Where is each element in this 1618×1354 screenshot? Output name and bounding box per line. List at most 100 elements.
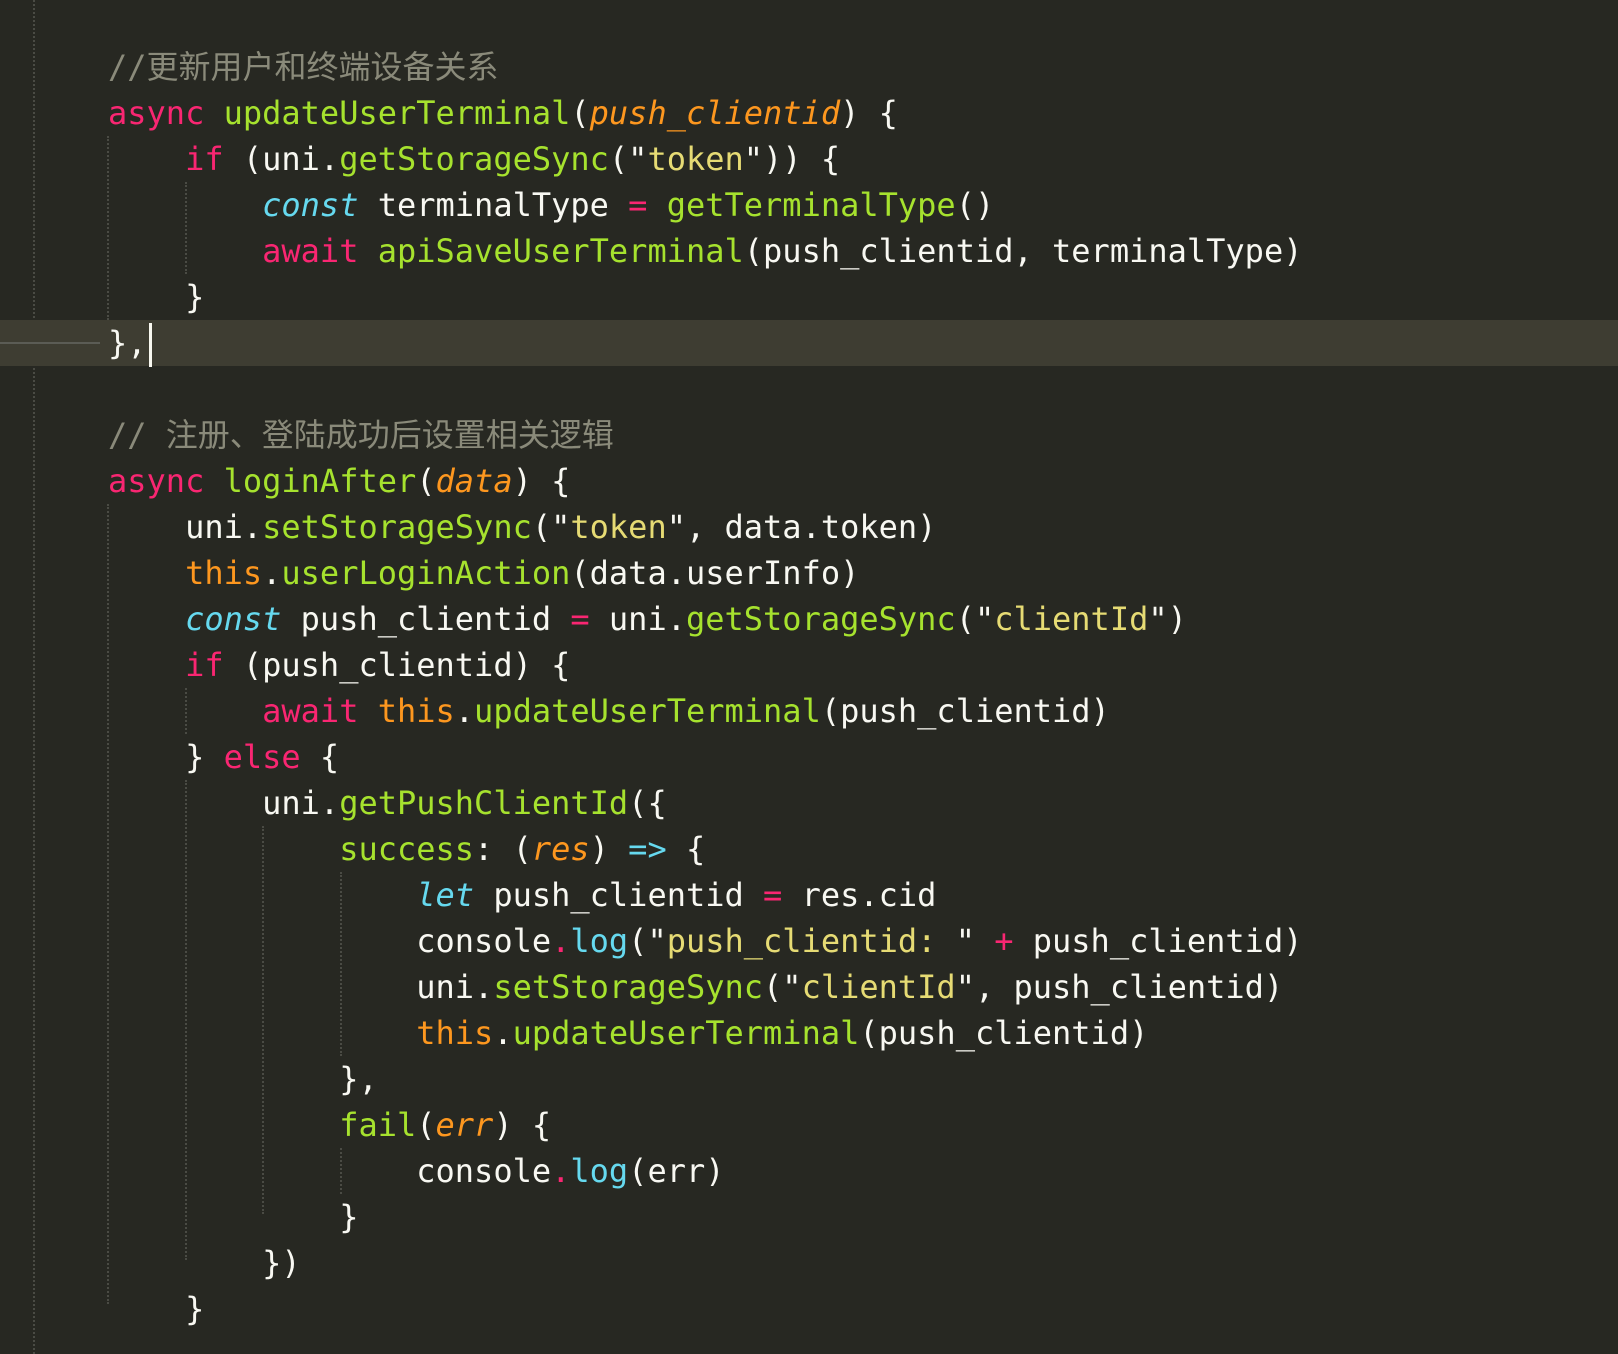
code-line[interactable]: const terminalType = getTerminalType() — [108, 182, 1302, 228]
code-token: this — [377, 692, 455, 730]
code-line[interactable]: } else { — [108, 734, 1302, 780]
code-line[interactable]: uni.setStorageSync("clientId", push_clie… — [108, 964, 1302, 1010]
code-token: . — [493, 1014, 513, 1052]
code-token: ( — [416, 462, 436, 500]
code-token: const — [262, 186, 359, 224]
code-line[interactable]: //更新用户和终端设备关系 — [108, 44, 1302, 90]
code-token: userLoginAction — [281, 554, 571, 592]
gutter-divider — [33, 0, 35, 1354]
code-token: ( — [416, 1106, 436, 1144]
code-line[interactable]: }, — [108, 1056, 1302, 1102]
code-token: ")) { — [743, 140, 841, 178]
code-line[interactable]: fail(err) { — [108, 1102, 1302, 1148]
code-line[interactable]: if (push_clientid) { — [108, 642, 1302, 688]
code-token: ", push_clientid) — [955, 968, 1284, 1006]
code-token: fail — [339, 1106, 417, 1144]
code-token: { — [300, 738, 340, 776]
code-line[interactable]: console.log(err) — [108, 1148, 1302, 1194]
text-cursor — [148, 323, 152, 367]
code-token: console — [108, 1152, 552, 1190]
code-line[interactable]: await apiSaveUserTerminal(push_clientid,… — [108, 228, 1302, 274]
code-token: . — [551, 1152, 571, 1190]
code-line[interactable]: // 注册、登陆成功后设置相关逻辑 — [108, 412, 1302, 458]
code-token: this — [185, 554, 263, 592]
code-token: const — [185, 600, 282, 638]
code-token: uni. — [589, 600, 686, 638]
code-line[interactable]: const push_clientid = uni.getStorageSync… — [108, 596, 1302, 642]
code-line[interactable]: console.log("push_clientid: " + push_cli… — [108, 918, 1302, 964]
code-line[interactable]: } — [108, 274, 1302, 320]
code-line[interactable]: success: (res) => { — [108, 826, 1302, 872]
code-line[interactable]: } — [108, 1194, 1302, 1240]
code-token: push_clientid: — [666, 922, 956, 960]
code-token: async — [108, 94, 205, 132]
code-token: = — [570, 600, 590, 638]
code-token: success — [339, 830, 475, 868]
code-line[interactable]: uni.setStorageSync("token", data.token) — [108, 504, 1302, 550]
code-token: err — [435, 1106, 494, 1144]
current-line-marker — [0, 342, 100, 344]
code-line[interactable]: await this.updateUserTerminal(push_clien… — [108, 688, 1302, 734]
code-token: (" — [531, 508, 571, 546]
code-token: //更新用户和终端设备关系 — [108, 48, 499, 86]
code-line[interactable]: async updateUserTerminal(push_clientid) … — [108, 90, 1302, 136]
code-line[interactable]: }) — [108, 1240, 1302, 1286]
code-token: } — [108, 738, 224, 776]
code-token: setStorageSync — [493, 968, 764, 1006]
code-line[interactable]: uni.getPushClientId({ — [108, 780, 1302, 826]
code-token: (" — [628, 922, 667, 960]
code-token: ", data.token) — [666, 508, 937, 546]
code-token: = — [763, 876, 783, 914]
code-token: ) { — [840, 94, 898, 132]
code-line[interactable]: this.updateUserTerminal(push_clientid) — [108, 1010, 1302, 1056]
code-line[interactable]: async loginAfter(data) { — [108, 458, 1302, 504]
code-token: ") — [1148, 600, 1187, 638]
code-token: else — [223, 738, 301, 776]
code-token: log — [570, 922, 629, 960]
code-token: (" — [955, 600, 995, 638]
code-line[interactable]: this.userLoginAction(data.userInfo) — [108, 550, 1302, 596]
code-line[interactable]: if (uni.getStorageSync("token")) { — [108, 136, 1302, 182]
code-token: => — [628, 830, 667, 868]
code-token: setStorageSync — [262, 508, 532, 546]
code-line[interactable]: } — [108, 1286, 1302, 1332]
code-token: () — [955, 186, 995, 224]
code-token: getTerminalType — [666, 186, 956, 224]
code-token: . — [262, 554, 282, 592]
code-line[interactable] — [108, 366, 1302, 412]
code-token: } — [108, 278, 205, 316]
code-token: }, — [108, 1060, 378, 1098]
code-line[interactable]: }, — [108, 320, 1302, 367]
code-token: { — [666, 830, 706, 868]
code-token: updateUserTerminal — [512, 1014, 860, 1052]
code-token: (" — [608, 140, 648, 178]
code-token: data — [435, 462, 513, 500]
code-token: (uni. — [223, 140, 340, 178]
code-token: ) { — [512, 462, 571, 500]
code-token: clientId — [994, 600, 1149, 638]
code-token: uni. — [108, 508, 263, 546]
code-token: (push_clientid) { — [223, 646, 571, 684]
code-token: push_clientid — [281, 600, 571, 638]
code-token: loginAfter — [223, 462, 417, 500]
code-token: . — [551, 922, 571, 960]
code-text[interactable]: //更新用户和终端设备关系 async updateUserTerminal(pu… — [108, 44, 1302, 1332]
code-token: (" — [763, 968, 802, 1006]
code-token: res.cid — [782, 876, 937, 914]
code-token: push_clientid) — [1013, 922, 1303, 960]
code-token: . — [454, 692, 475, 730]
code-token: (data.userInfo) — [570, 554, 860, 592]
code-token: }, — [108, 324, 147, 362]
code-line[interactable]: let push_clientid = res.cid — [108, 872, 1302, 918]
code-token: console — [108, 922, 552, 960]
code-editor[interactable]: //更新用户和终端设备关系 async updateUserTerminal(pu… — [0, 0, 1618, 1354]
code-token: if — [185, 140, 224, 178]
code-token: if — [185, 646, 224, 684]
